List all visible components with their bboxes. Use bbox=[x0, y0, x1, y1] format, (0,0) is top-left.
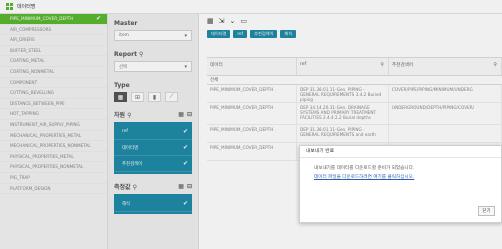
export-dialog: 내보내기 완료 내보내기를 데이터를 다운로드할 준비가 되었습니다. 데이터 … bbox=[299, 145, 502, 223]
app-window: 데이터명 PIPE_MINIMUM_COVER_DEPTH ✔ AIR_COMPR… bbox=[0, 0, 502, 249]
dialog-body: 내보내기를 데이터를 다운로드할 준비가 되었습니다. 데이터 파일을 다운로드… bbox=[300, 158, 501, 182]
dialog-message: 내보내기를 데이터를 다운로드할 준비가 되었습니다. bbox=[314, 166, 415, 171]
download-link[interactable]: 데이터 파일을 다운로드하려면 여기를 클릭하십시오. bbox=[314, 173, 495, 182]
dialog-title: 내보내기 완료 bbox=[300, 146, 501, 158]
close-button[interactable]: 닫기 bbox=[478, 206, 495, 216]
